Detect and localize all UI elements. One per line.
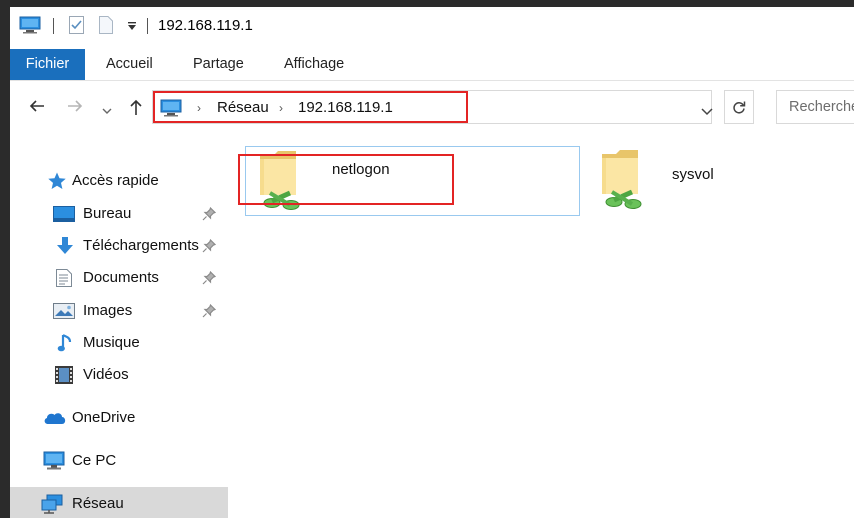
sidebar-item-label: Téléchargements [83, 237, 199, 254]
picture-icon [53, 303, 75, 323]
sidebar-item-label: Musique [83, 334, 140, 351]
ribbon-tabs: Fichier Accueil Partage Affichage [10, 49, 854, 81]
sidebar-item-videos[interactable]: Vidéos [10, 359, 228, 391]
film-icon [54, 365, 74, 389]
star-icon [47, 171, 67, 195]
title-separator [53, 18, 54, 34]
tab-affichage[interactable]: Affichage [284, 49, 344, 80]
sidebar-item-label: Réseau [72, 495, 124, 512]
refresh-icon [733, 101, 746, 114]
new-folder-icon[interactable] [98, 15, 114, 39]
annotation-highlight-box [153, 91, 468, 123]
sidebar-item-images[interactable]: Images [10, 295, 228, 327]
folder-name: sysvol [672, 166, 714, 183]
music-note-icon [57, 333, 73, 357]
title-separator [147, 18, 148, 34]
pin-icon[interactable] [202, 303, 217, 322]
network-icon [41, 494, 65, 518]
cloud-icon [43, 411, 67, 429]
navigation-pane: Accès rapide Bureau Téléchargements Docu… [10, 132, 228, 518]
computer-icon[interactable] [19, 16, 41, 38]
sidebar-item-telechargements[interactable]: Téléchargements [10, 230, 228, 262]
address-bar[interactable]: › Réseau › 192.168.119.1 [152, 90, 713, 124]
sidebar-item-ce-pc[interactable]: Ce PC [10, 445, 228, 477]
back-arrow-icon[interactable] [28, 98, 46, 118]
pin-icon[interactable] [202, 206, 217, 225]
sidebar-item-label: OneDrive [72, 409, 136, 426]
sidebar-item-label: Images [83, 302, 133, 319]
shared-folder-icon [598, 148, 648, 214]
properties-icon[interactable] [68, 15, 86, 39]
file-list: netlogon sysvol [228, 132, 854, 518]
annotation-highlight-box [238, 154, 454, 205]
sidebar-item-documents[interactable]: Documents [10, 262, 228, 294]
tab-fichier[interactable]: Fichier [10, 49, 85, 80]
computer-icon [43, 451, 65, 475]
customize-toolbar-icon[interactable] [126, 19, 138, 36]
pin-icon[interactable] [202, 238, 217, 257]
refresh-button[interactable] [724, 90, 754, 124]
sidebar-item-label: Bureau [83, 205, 132, 222]
search-input[interactable] [777, 91, 854, 123]
window-title: 192.168.119.1 [158, 17, 253, 34]
sidebar-item-reseau[interactable]: Réseau [10, 487, 228, 518]
desktop-icon [53, 206, 75, 226]
sidebar-item-label: Ce PC [72, 452, 117, 469]
forward-arrow-icon[interactable] [66, 98, 84, 118]
document-icon [55, 268, 73, 292]
share-folder-sysvol[interactable]: sysvol [588, 146, 838, 216]
tab-accueil[interactable]: Accueil [106, 49, 153, 80]
sidebar-item-label: Accès rapide [72, 172, 159, 189]
tab-partage[interactable]: Partage [193, 49, 244, 80]
address-history-dropdown-icon[interactable] [701, 103, 713, 120]
sidebar-item-quick-access[interactable]: Accès rapide [10, 165, 228, 197]
up-arrow-icon[interactable] [128, 98, 144, 120]
sidebar-item-onedrive[interactable]: OneDrive [10, 402, 228, 434]
file-explorer-window: 192.168.119.1 Fichier Accueil Partage Af… [10, 7, 854, 518]
sidebar-item-bureau[interactable]: Bureau [10, 198, 228, 230]
pin-icon[interactable] [202, 270, 217, 289]
download-arrow-icon [55, 236, 75, 260]
recent-locations-icon[interactable] [102, 102, 112, 119]
navigation-bar: › Réseau › 192.168.119.1 [10, 82, 854, 132]
sidebar-item-label: Documents [83, 269, 159, 286]
sidebar-item-musique[interactable]: Musique [10, 327, 228, 359]
search-box[interactable] [776, 90, 854, 124]
title-bar: 192.168.119.1 [10, 7, 854, 45]
sidebar-item-label: Vidéos [83, 366, 129, 383]
